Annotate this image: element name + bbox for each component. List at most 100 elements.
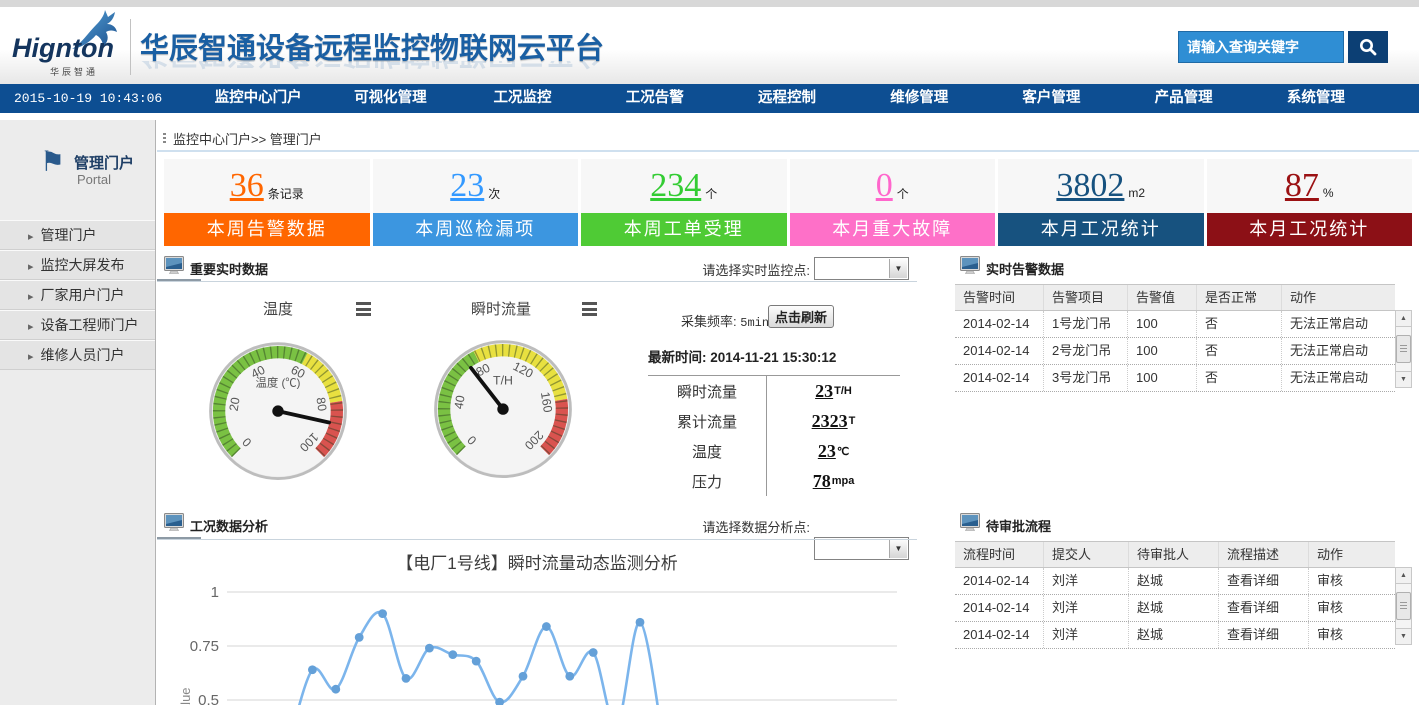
stat-label-bar[interactable]: 本周告警数据 [164,213,370,246]
cell-audit-action[interactable]: 审核 [1308,622,1395,648]
stat-card-monthly-condition-m2: 3802m2 本月工况统计 [998,159,1204,246]
scrollbar-thumb[interactable] [1396,592,1411,620]
triangle-bullet-icon: ▸ [28,321,34,333]
table-row: 2014-02-14 3号龙门吊 100 否 无法正常启动 [955,365,1395,392]
reading-value[interactable]: 78 [813,471,831,492]
stat-card-monthly-failures: 0个 本月重大故障 [790,159,996,246]
sampling-frequency-label: 采集频率: [681,314,737,329]
svg-text:value: value [178,687,193,705]
monitor-icon [960,256,980,275]
stat-value[interactable]: 23 [450,167,484,205]
reading-row: 瞬时流量 23T/H [648,376,900,406]
nav-item-condition-alarm[interactable]: 工况告警 [589,84,721,113]
column-header: 待审批人 [1128,542,1218,567]
scrollbar-track[interactable] [1396,327,1411,371]
cell-alarm-action: 无法正常启动 [1281,338,1395,364]
stat-card-weekly-alarms: 36条记录 本周告警数据 [164,159,370,246]
stat-value[interactable]: 87 [1285,167,1319,205]
scrollbar-thumb[interactable] [1396,335,1411,363]
alarm-table-header: 告警时间 告警项目 告警值 是否正常 动作 [955,284,1395,311]
stat-value[interactable]: 36 [230,167,264,205]
gauge-menu-icon[interactable] [356,302,371,319]
portal-title: 管理门户 [74,152,134,173]
reading-row: 压力 78mpa [648,466,900,496]
sidebar-item-label: 厂家用户门户 [41,287,125,303]
search-input[interactable] [1178,31,1344,63]
cell-audit-action[interactable]: 审核 [1308,568,1395,594]
reading-value[interactable]: 2323 [812,411,848,432]
stat-label-bar[interactable]: 本月工况统计 [1207,213,1413,246]
reading-label: 压力 [648,471,766,492]
monitor-icon [960,513,980,532]
nav-item-monitor-center[interactable]: 监控中心门户 [192,84,324,113]
stat-label-bar[interactable]: 本月工况统计 [998,213,1204,246]
reading-unit: mpa [832,475,855,487]
cell-alarm-time: 2014-02-14 [955,365,1043,391]
alarm-table-scrollbar[interactable]: ▲ ▼ [1395,310,1412,388]
stat-value[interactable]: 0 [876,167,893,205]
breadcrumb-dots-icon [163,133,166,145]
reading-label: 累计流量 [648,411,766,432]
column-header: 告警值 [1127,285,1196,310]
scrollbar-track[interactable] [1396,584,1411,628]
column-header: 告警项目 [1043,285,1127,310]
nav-item-maintenance[interactable]: 维修管理 [853,84,985,113]
column-header: 流程描述 [1218,542,1308,567]
cell-flow-time: 2014-02-14 [955,595,1043,621]
reading-row: 温度 23℃ [648,436,900,466]
nav-item-product[interactable]: 产品管理 [1118,84,1250,113]
cell-alarm-value: 100 [1127,311,1196,337]
chevron-down-icon[interactable]: ▼ [889,259,907,278]
column-header: 是否正常 [1196,285,1281,310]
table-row: 2014-02-14 刘洋 赵城 查看详细 审核 [955,622,1395,649]
cell-audit-action[interactable]: 审核 [1308,595,1395,621]
stat-label-bar[interactable]: 本周工单受理 [581,213,787,246]
reading-value[interactable]: 23 [818,441,836,462]
cell-alarm-normal: 否 [1196,338,1281,364]
cell-view-detail[interactable]: 查看详细 [1218,595,1308,621]
approval-panel-title: 待审批流程 [986,516,1051,535]
sidebar-item-big-screen[interactable]: ▸监控大屏发布 [0,250,155,280]
search-button[interactable] [1348,31,1388,63]
cell-alarm-item: 1号龙门吊 [1043,311,1127,337]
refresh-button[interactable]: 点击刷新 [768,305,834,328]
analysis-point-selector-label: 请选择数据分析点: [642,517,810,536]
cell-flow-time: 2014-02-14 [955,568,1043,594]
nav-item-condition-monitor[interactable]: 工况监控 [456,84,588,113]
scroll-down-icon[interactable]: ▼ [1396,371,1411,387]
svg-text:0.75: 0.75 [190,638,219,655]
nav-item-system[interactable]: 系统管理 [1250,84,1382,113]
cell-submitter: 刘洋 [1043,568,1128,594]
stat-label-bar[interactable]: 本周巡检漏项 [373,213,579,246]
dashboard-page: Hignton 华辰智通 华辰智通设备远程监控物联网云平台 华辰智通设备远程监控… [0,0,1419,705]
sidebar-item-engineer-portal[interactable]: ▸设备工程师门户 [0,310,155,340]
sidebar-item-repairer-portal[interactable]: ▸维修人员门户 [0,340,155,370]
chart-title: 【电厂1号线】瞬时流量动态监测分析 [157,549,917,574]
reading-unit: ℃ [837,445,849,458]
nav-item-visualization[interactable]: 可视化管理 [324,84,456,113]
sidebar-item-label: 维修人员门户 [41,347,125,363]
stat-value[interactable]: 3802 [1056,167,1124,205]
reading-value[interactable]: 23 [815,381,833,402]
approval-table-scrollbar[interactable]: ▲ ▼ [1395,567,1412,645]
cell-view-detail[interactable]: 查看详细 [1218,622,1308,648]
cell-view-detail[interactable]: 查看详细 [1218,568,1308,594]
sidebar-item-admin-portal[interactable]: ▸管理门户 [0,220,155,250]
gauge-menu-icon[interactable] [582,302,597,319]
sidebar-menu: ▸管理门户 ▸监控大屏发布 ▸厂家用户门户 ▸设备工程师门户 ▸维修人员门户 [0,220,155,370]
scroll-down-icon[interactable]: ▼ [1396,628,1411,644]
monitor-point-select[interactable]: ▼ [814,257,909,280]
stat-value[interactable]: 234 [650,167,701,205]
scroll-up-icon[interactable]: ▲ [1396,311,1411,327]
latest-time-label: 最新时间: [648,350,707,365]
nav-item-customer[interactable]: 客户管理 [985,84,1117,113]
stat-unit: 个 [705,185,717,202]
scroll-up-icon[interactable]: ▲ [1396,568,1411,584]
breadcrumb-text: 监控中心门户>> 管理门户 [173,129,322,148]
stat-label-bar[interactable]: 本月重大故障 [790,213,996,246]
cell-approver: 赵城 [1128,568,1218,594]
nav-item-remote-control[interactable]: 远程控制 [721,84,853,113]
sidebar-item-vendor-portal[interactable]: ▸厂家用户门户 [0,280,155,310]
cell-approver: 赵城 [1128,595,1218,621]
stat-cards: 36条记录 本周告警数据 23次 本周巡检漏项 234个 本周工单受理 0个 本… [164,159,1412,246]
